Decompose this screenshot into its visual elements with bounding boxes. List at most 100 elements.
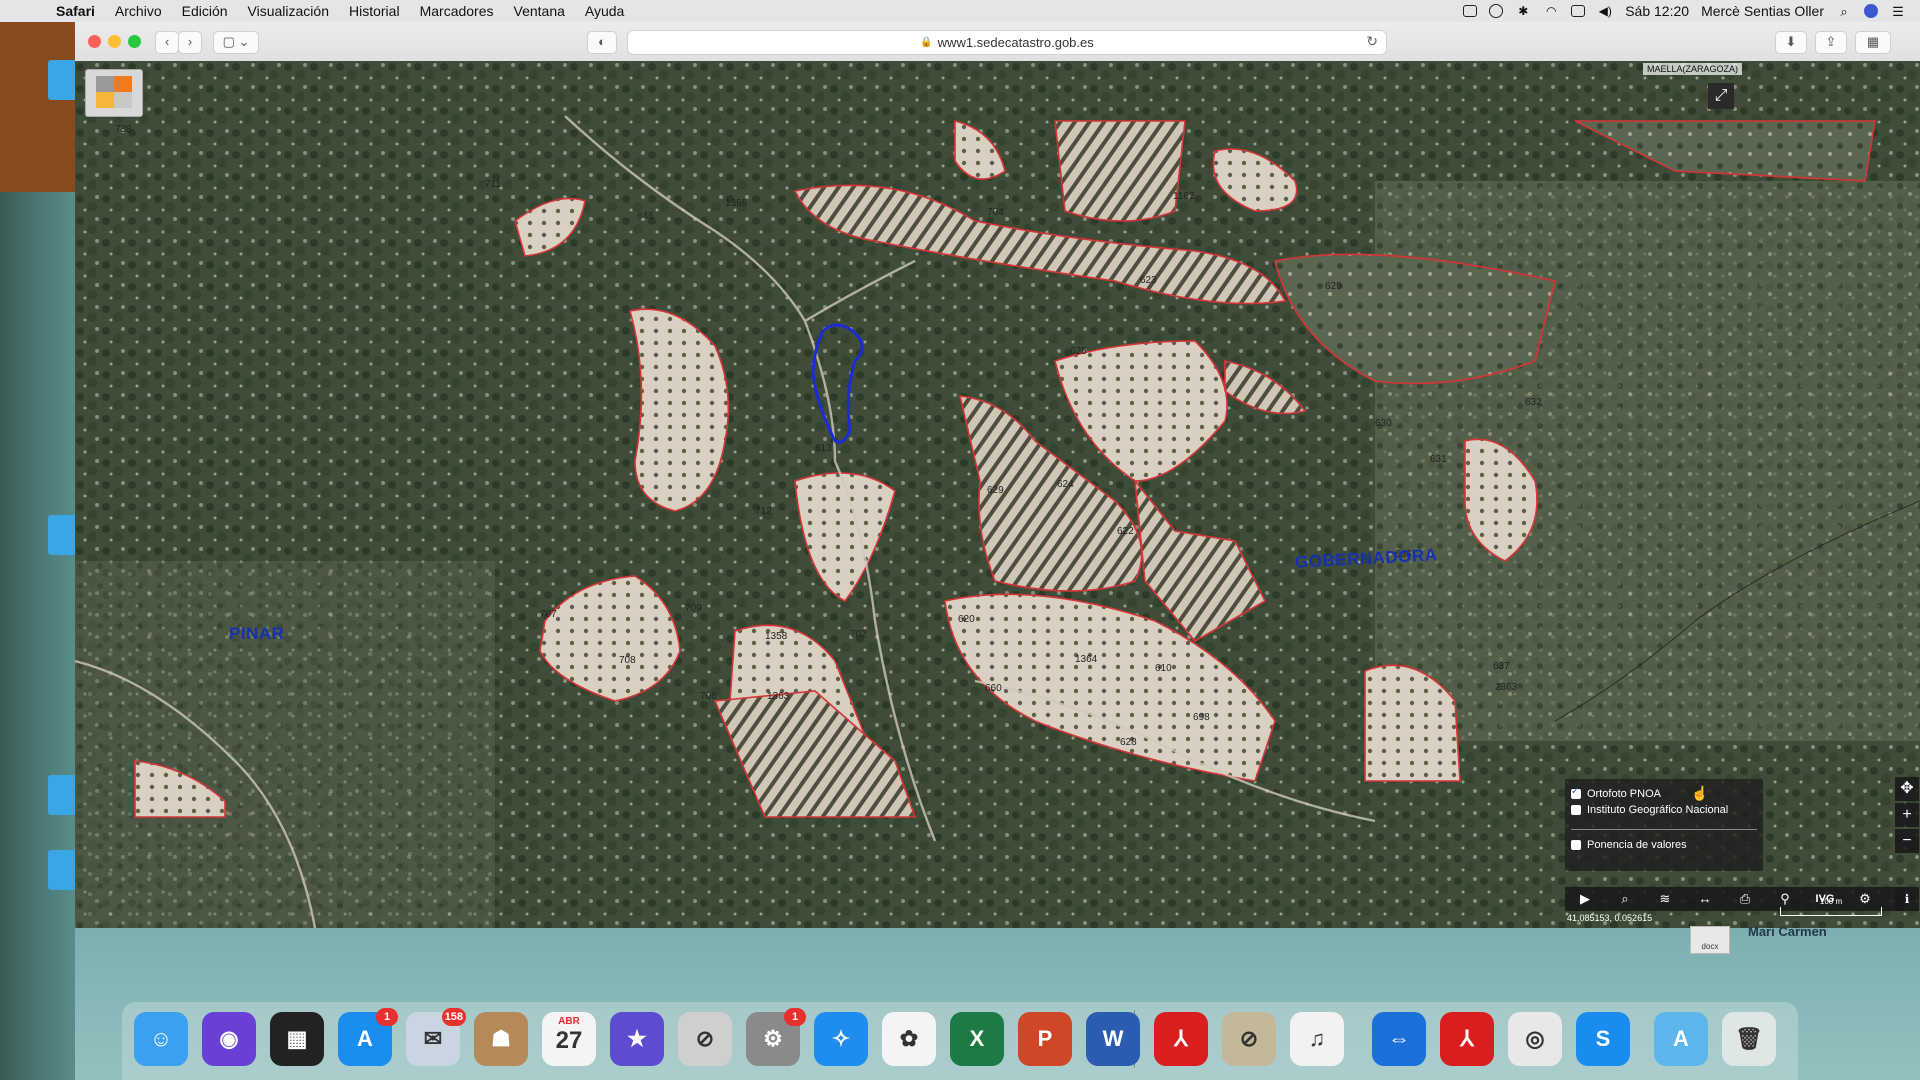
dock-mail-icon[interactable]: ✉ 158: [406, 1008, 466, 1066]
time-machine-icon[interactable]: [1489, 4, 1504, 18]
dock-contacts-icon[interactable]: ☗: [474, 1012, 528, 1066]
parcel-label: 637: [1493, 661, 1510, 672]
battery-icon[interactable]: [1571, 5, 1586, 17]
parcel-label: 711: [485, 179, 501, 190]
menu-ayuda[interactable]: Ayuda: [575, 3, 634, 19]
catastro-logo-graphic: [96, 76, 132, 108]
dock-applications-folder-icon[interactable]: A: [1654, 1012, 1708, 1066]
dock-finder-icon[interactable]: ☺: [134, 1012, 188, 1066]
dock-word-icon[interactable]: W: [1086, 1012, 1140, 1066]
calendar-month: ABR: [558, 1016, 580, 1027]
menu-marcadores[interactable]: Marcadores: [410, 3, 504, 19]
clock[interactable]: Sáb 12:20: [1625, 3, 1689, 19]
dock-imovie-icon[interactable]: ★: [610, 1012, 664, 1066]
layer-ortofoto[interactable]: Ortofoto PNOA ☝: [1571, 785, 1708, 802]
dock-acrobat-icon[interactable]: ⅄: [1154, 1012, 1208, 1066]
menu-historial[interactable]: Historial: [339, 3, 410, 19]
zoom-icon[interactable]: [128, 35, 141, 48]
bluetooth-icon[interactable]: ✱: [1515, 4, 1531, 18]
wifi-icon[interactable]: ◠: [1543, 4, 1559, 18]
parcel-label: 613: [815, 443, 832, 454]
dock-safari-icon[interactable]: ✧: [814, 1012, 868, 1066]
tabs-overview-icon[interactable]: ▦: [1855, 31, 1891, 54]
dock-system-preferences-icon[interactable]: ⚙ 1: [746, 1008, 806, 1066]
close-icon[interactable]: [88, 35, 101, 48]
notification-badge: 158: [441, 1008, 466, 1026]
dock-siri-icon[interactable]: ◉: [202, 1012, 256, 1066]
lock-icon: 🔒: [920, 37, 933, 48]
browser-toolbar: ‹ › ▢ ⌄ ◐ 🔒 www1.sedecatastro.gob.es ↻ ⬇…: [75, 22, 1920, 62]
menu-visualizacion[interactable]: Visualización: [238, 3, 339, 19]
dock-shazam-icon[interactable]: S: [1576, 1012, 1630, 1066]
reload-icon[interactable]: ↻: [1366, 33, 1378, 50]
checkbox-checked-icon[interactable]: [1571, 786, 1581, 799]
notification-center-icon[interactable]: ☰: [1890, 4, 1906, 19]
menu-edicion[interactable]: Edición: [172, 3, 238, 19]
parcel-label: 2363: [1495, 682, 1518, 693]
layer-label: Ortofoto PNOA: [1587, 787, 1661, 800]
layer-ponencia[interactable]: Ponencia de valores: [1571, 839, 1687, 851]
screen-icon[interactable]: [1463, 5, 1478, 17]
cadastre-map[interactable]: 738 711 646 1365 704 1162 623 629 630 63…: [75, 61, 1920, 928]
dock-teamviewer-icon[interactable]: ⇔: [1372, 1012, 1426, 1066]
parcel-label: 622: [1117, 526, 1134, 537]
checkbox-icon[interactable]: [1571, 840, 1581, 850]
parcel-label: 704: [987, 207, 1004, 218]
parcel-label: 702: [850, 629, 867, 640]
catastro-logo[interactable]: [85, 69, 143, 117]
parcel-label: 631: [1430, 454, 1447, 465]
url-text: www1.sedecatastro.gob.es: [937, 35, 1094, 50]
dock-calendar-icon[interactable]: ABR 27: [542, 1012, 596, 1066]
dock-chrome-icon[interactable]: ◎: [1508, 1012, 1562, 1066]
search-icon[interactable]: ⌕: [1836, 4, 1852, 19]
back-button[interactable]: ‹: [155, 31, 179, 54]
dock-blocked-app-2-icon[interactable]: ⊘: [1222, 1012, 1276, 1066]
menu-archivo[interactable]: Archivo: [105, 3, 172, 19]
share-icon[interactable]: ⇪: [1815, 31, 1847, 54]
downloads-icon[interactable]: ⬇: [1775, 31, 1807, 54]
dock-itunes-icon[interactable]: ♫: [1290, 1012, 1344, 1066]
dock-app-store-icon[interactable]: A1: [338, 1008, 398, 1066]
menu-app-name[interactable]: Safari: [46, 3, 105, 19]
desktop-file-icon[interactable]: docx: [1690, 926, 1730, 954]
zoom-in-button[interactable]: +: [1895, 803, 1919, 827]
search-icon[interactable]: ⌕: [1605, 887, 1645, 911]
dock-trash-icon[interactable]: 🗑: [1722, 1012, 1776, 1066]
dock-photos-icon[interactable]: ✿: [882, 1012, 936, 1066]
scale-bar: 100 m: [1780, 897, 1882, 916]
layers-icon[interactable]: ≋: [1645, 887, 1685, 911]
dock-photo-booth-icon[interactable]: ▦: [270, 1012, 324, 1066]
desktop-item-label[interactable]: Mari Carmen: [1748, 924, 1827, 939]
info-icon[interactable]: ℹ: [1895, 887, 1919, 911]
fullscreen-icon[interactable]: ⤢: [1708, 83, 1734, 109]
safari-window: ‹ › ▢ ⌄ ◐ 🔒 www1.sedecatastro.gob.es ↻ ⬇…: [75, 22, 1920, 928]
checkbox-icon[interactable]: [1571, 805, 1581, 815]
sidebar-button[interactable]: ▢ ⌄: [213, 31, 259, 54]
layer-ign[interactable]: Instituto Geográfico Nacional: [1571, 804, 1728, 816]
parcel-label: 624: [1057, 479, 1074, 490]
dock-acrobat-reader-icon[interactable]: ⅄: [1440, 1012, 1494, 1066]
dock: ☺ ◉ ▦ A 1 ✉ 158 ☗ ABR 27 ★ ⊘ ⚙ 1 ✧ ✿ X P W ⅄ ⊘ ♫ ⇔ ⅄ ◎ S A 🗑: [122, 1002, 1798, 1080]
coordinates-readout: 41.085153, 0.052615: [1567, 913, 1653, 923]
user-name[interactable]: Mercè Sentias Oller: [1701, 3, 1824, 19]
print-icon[interactable]: ⎙: [1725, 887, 1765, 911]
pan-icon[interactable]: ✥: [1895, 777, 1919, 801]
parcel-label: 707: [540, 609, 557, 620]
forward-button[interactable]: ›: [178, 31, 202, 54]
siri-icon[interactable]: [1864, 4, 1878, 18]
privacy-shield-icon[interactable]: ◐: [587, 31, 617, 54]
parcel-label: 628: [1120, 737, 1137, 748]
dock-excel-icon[interactable]: X: [950, 1012, 1004, 1066]
address-bar[interactable]: 🔒 www1.sedecatastro.gob.es ↻: [627, 30, 1387, 55]
measure-icon[interactable]: ↔: [1685, 887, 1725, 911]
menu-ventana[interactable]: Ventana: [504, 3, 575, 19]
dock-blocked-app-icon[interactable]: ⊘: [678, 1012, 732, 1066]
dock-powerpoint-icon[interactable]: P: [1018, 1012, 1072, 1066]
minimize-icon[interactable]: [108, 35, 121, 48]
parcel-label: 738: [115, 124, 132, 135]
volume-icon[interactable]: ◀): [1597, 4, 1613, 18]
zoom-out-button[interactable]: −: [1895, 829, 1919, 853]
status-area: ✱ ◠ ◀) Sáb 12:20 Mercè Sentias Oller ⌕ ☰: [1463, 3, 1920, 19]
expand-arrow-icon[interactable]: ▶: [1565, 887, 1605, 911]
scale-label: 100 m: [1819, 897, 1843, 906]
